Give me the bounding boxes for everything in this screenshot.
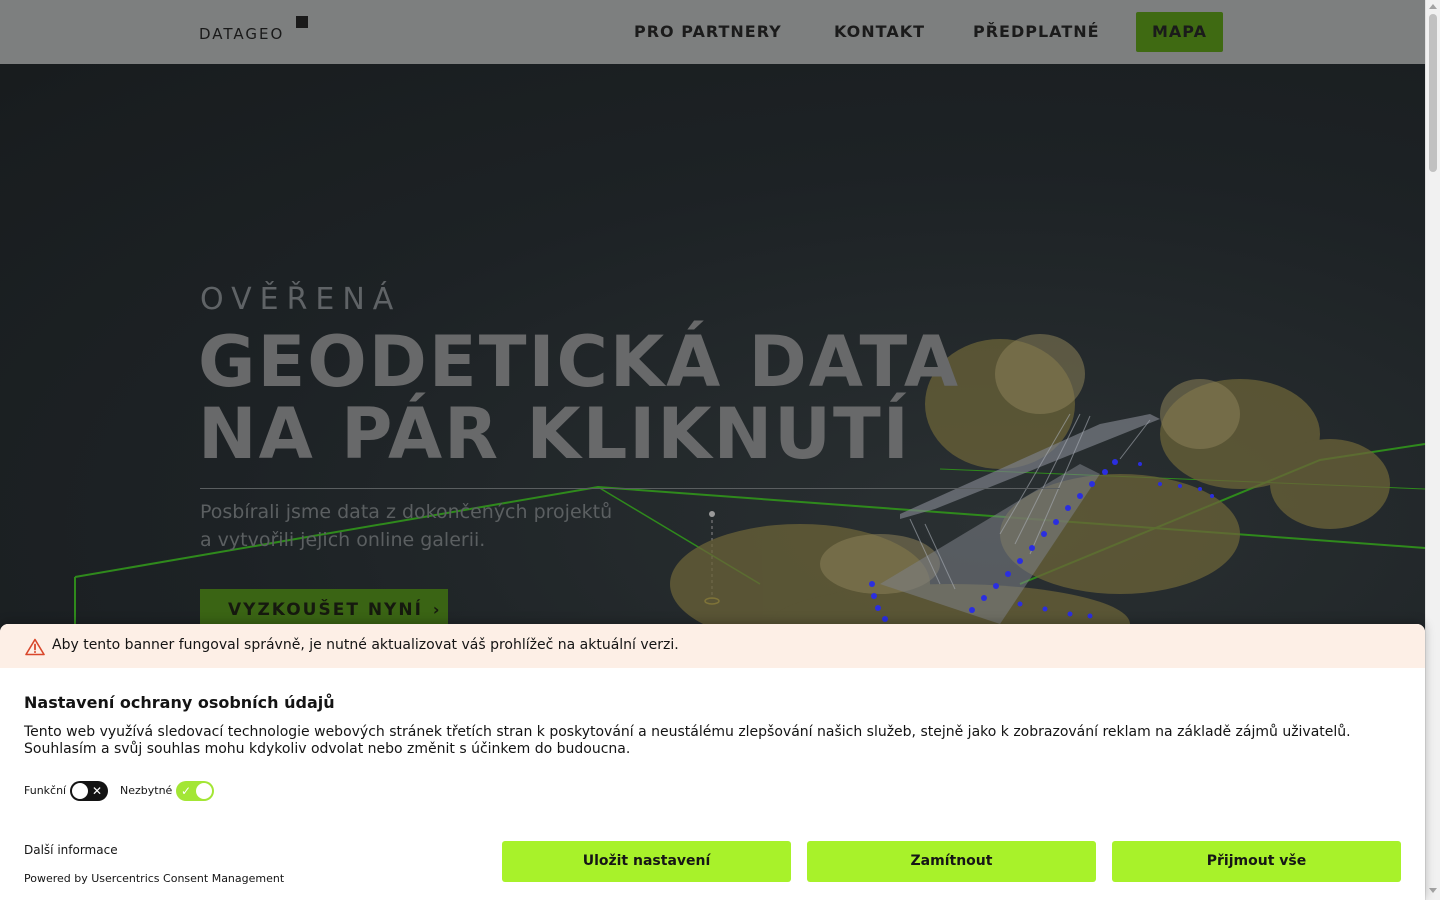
scroll-up-arrow-icon[interactable] (1429, 4, 1437, 9)
more-info-link[interactable]: Další informace (24, 843, 118, 857)
close-icon: ✕ (92, 784, 103, 798)
nav-item-pro-partnery[interactable]: PRO PARTNERY (634, 12, 782, 52)
consent-title: Nastavení ochrany osobních údajů (24, 693, 335, 712)
browser-warning-text: Aby tento banner fungoval správně, je nu… (52, 637, 679, 653)
nav-item-mapa-button[interactable]: MAPA (1136, 12, 1223, 52)
scroll-down-arrow-icon[interactable] (1429, 888, 1437, 893)
hero-title-line-2: NA PÁR KLIKNUTÍ (198, 393, 911, 475)
toggle-functional[interactable]: ✕ (70, 781, 108, 801)
nav-item-predplatne[interactable]: PŘEDPLATNÉ (973, 12, 1100, 52)
powered-by-text: Powered by Usercentrics Consent Manageme… (24, 872, 285, 885)
nav-item-kontakt[interactable]: KONTAKT (834, 12, 925, 52)
toggle-label-essential: Nezbytné (120, 784, 173, 797)
try-now-label: VYZKOUŠET NYNÍ (228, 600, 423, 620)
toggle-essential[interactable]: ✓ (176, 781, 214, 801)
toggle-label-functional: Funkční (24, 784, 67, 797)
logo-text: DATAGEO (199, 25, 285, 43)
toggle-knob (196, 783, 212, 799)
hero-title: GEODETICKÁ DATA NA PÁR KLIKNUTÍ (198, 326, 960, 470)
hero-title-line-1: GEODETICKÁ DATA (198, 321, 960, 403)
deny-button[interactable]: Zamítnout (807, 841, 1096, 882)
hero-subtitle-line-2: a vytvořili jejich online galerii. (200, 529, 486, 551)
warning-triangle-icon (25, 638, 45, 656)
hero-divider (200, 488, 1060, 489)
browser-warning: Aby tento banner fungoval správně, je nu… (0, 624, 1425, 668)
consent-description: Tento web využívá sledovací technologie … (24, 724, 1351, 757)
hero-subtitle-line-1: Posbírali jsme data z dokončených projek… (200, 501, 613, 523)
hero-subtitle: Posbírali jsme data z dokončených projek… (200, 498, 612, 554)
check-icon: ✓ (181, 784, 192, 798)
logo-square-icon (296, 16, 308, 28)
page-scrollbar[interactable] (1425, 0, 1440, 900)
site-header: DATAGEO PRO PARTNERY KONTAKT PŘEDPLATNÉ … (0, 0, 1425, 64)
save-settings-button[interactable]: Uložit nastavení (502, 841, 791, 882)
accept-all-button[interactable]: Přijmout vše (1112, 841, 1401, 882)
hero-eyebrow: OVĚŘENÁ (200, 282, 402, 317)
scroll-thumb[interactable] (1429, 14, 1437, 172)
toggle-knob (72, 783, 88, 799)
consent-banner: Aby tento banner fungoval správně, je nu… (0, 624, 1425, 900)
